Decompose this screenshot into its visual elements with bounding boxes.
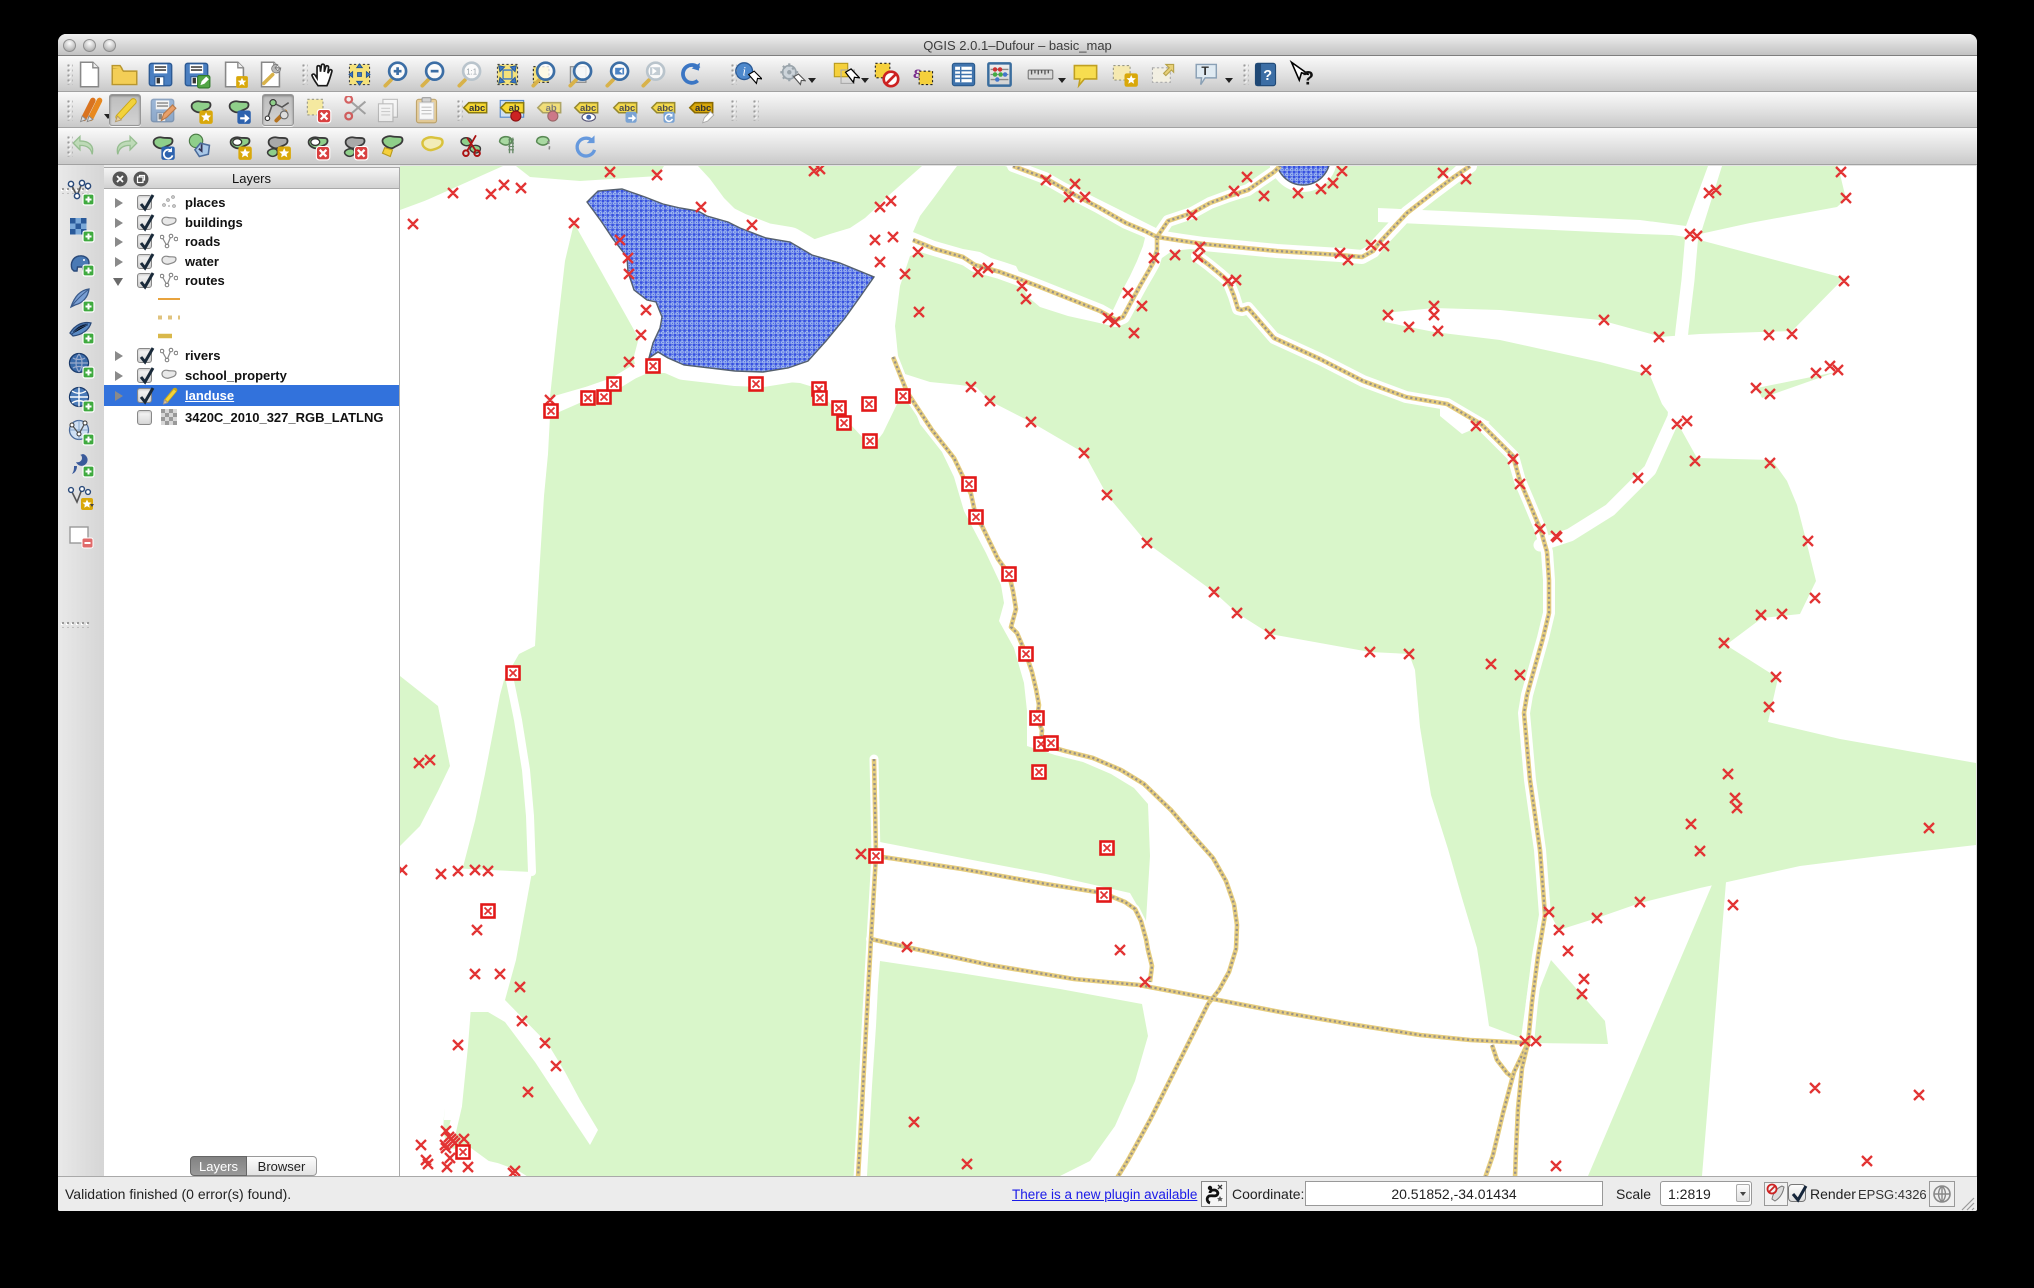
- svg-text:abc: abc: [469, 103, 485, 114]
- svg-text:1:1: 1:1: [467, 67, 478, 76]
- svg-text:i: i: [742, 64, 746, 78]
- svg-text:ε: ε: [913, 61, 921, 81]
- svg-text:?: ?: [1263, 68, 1272, 84]
- svg-text:T: T: [1201, 64, 1209, 78]
- svg-text:?: ?: [1302, 68, 1314, 88]
- svg-text:abc: abc: [695, 103, 711, 114]
- svg-text:abc: abc: [580, 103, 596, 114]
